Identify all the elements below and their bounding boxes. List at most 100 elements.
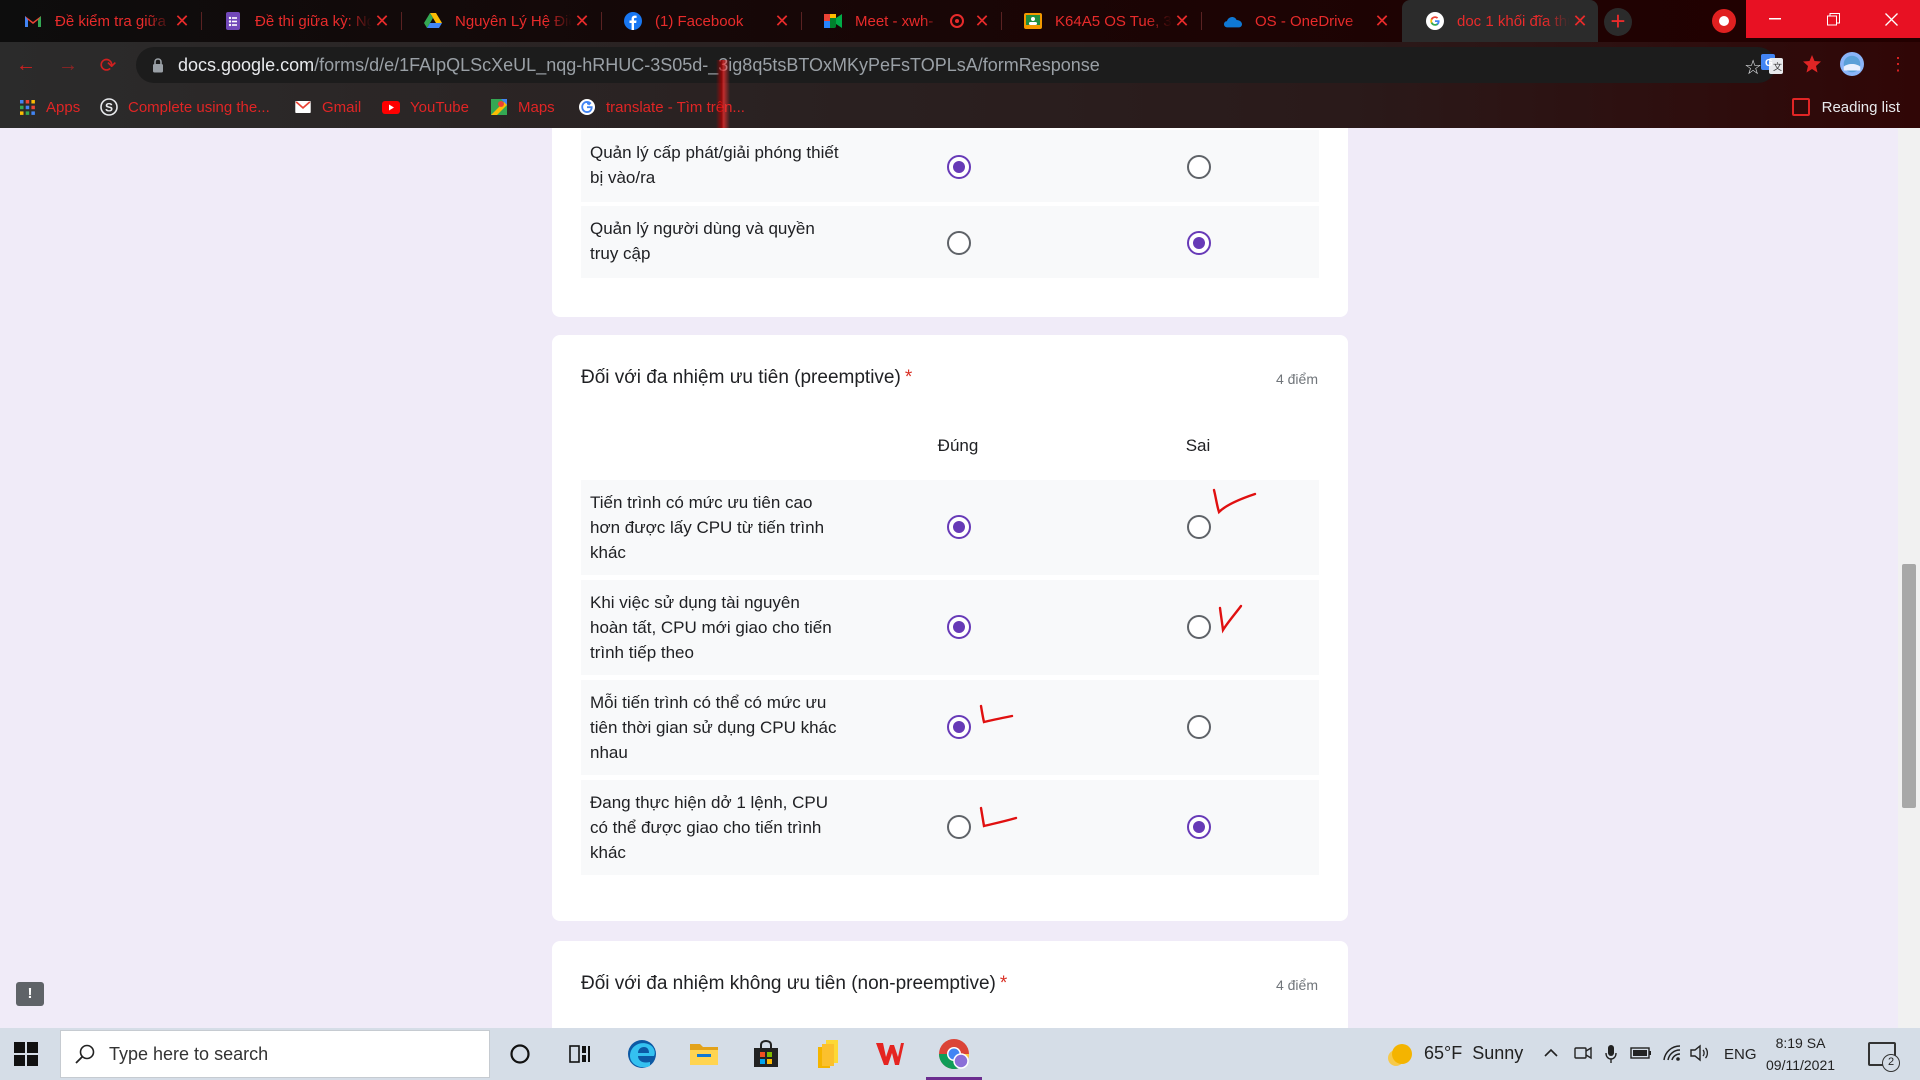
file-explorer-icon[interactable] bbox=[684, 1034, 724, 1074]
grid-row: Đang thực hiện dở 1 lệnh, CPU có thể đượ… bbox=[581, 780, 1319, 875]
bookmark-label: YouTube bbox=[410, 98, 469, 116]
handwritten-checkmark bbox=[1212, 488, 1257, 515]
radio-dung[interactable] bbox=[947, 815, 971, 839]
reading-list-button[interactable]: Reading list bbox=[1791, 98, 1900, 116]
reading-list-icon bbox=[1791, 98, 1810, 116]
bookmark-youtube[interactable]: YouTube bbox=[382, 98, 469, 116]
radio-sai[interactable] bbox=[1187, 231, 1211, 255]
radio-sai[interactable] bbox=[1187, 815, 1211, 839]
google-meet-icon bbox=[824, 12, 842, 30]
tab-classroom[interactable]: K64A5 OS Tue, 3 ✕ bbox=[1000, 0, 1200, 42]
form-page: Quản lý cấp phát/giải phóng thiết bị vào… bbox=[0, 128, 1920, 1028]
tab-facebook[interactable]: (1) Facebook ✕ bbox=[600, 0, 800, 42]
clock-date: 09/11/2021 bbox=[1766, 1057, 1836, 1073]
close-icon[interactable]: ✕ bbox=[972, 11, 992, 31]
grid-row-label: Quản lý người dùng và quyền truy cập bbox=[590, 219, 815, 263]
bookmark-maps[interactable]: Maps bbox=[490, 98, 555, 116]
profile-avatar-icon[interactable] bbox=[1840, 52, 1864, 76]
wps-office-icon[interactable] bbox=[870, 1034, 910, 1074]
task-view-icon[interactable] bbox=[560, 1034, 600, 1074]
battery-icon[interactable] bbox=[1630, 1044, 1652, 1062]
recording-icon bbox=[950, 14, 964, 28]
question-points: 4 điểm bbox=[1275, 977, 1318, 993]
screen-recorder-icon[interactable] bbox=[1712, 9, 1736, 33]
bookmark-complete-using[interactable]: S Complete using the... bbox=[100, 98, 270, 116]
weather-widget[interactable]: 65°F Sunny bbox=[1392, 1043, 1523, 1064]
system-clock[interactable]: 8:19 SA 09/11/2021 bbox=[1766, 1032, 1835, 1076]
tab-onedrive[interactable]: OS - OneDrive ✕ bbox=[1200, 0, 1400, 42]
onedrive-icon bbox=[1224, 12, 1242, 30]
store-icon[interactable] bbox=[746, 1034, 786, 1074]
close-icon[interactable]: ✕ bbox=[572, 11, 592, 31]
tab-active-google[interactable]: doc 1 khối đĩa thu ✕ bbox=[1402, 0, 1598, 42]
close-icon[interactable]: ✕ bbox=[172, 11, 192, 31]
chevron-up-icon[interactable] bbox=[1542, 1044, 1560, 1062]
bookmark-label: Apps bbox=[46, 98, 81, 116]
close-icon[interactable]: ✕ bbox=[772, 11, 792, 31]
volume-icon[interactable] bbox=[1690, 1044, 1710, 1062]
edge-icon[interactable] bbox=[622, 1034, 662, 1074]
windows-start-icon[interactable] bbox=[12, 1040, 40, 1068]
extension-icon[interactable] bbox=[1800, 52, 1824, 76]
reload-icon[interactable]: ⟳ bbox=[96, 53, 120, 77]
handwritten-checkmark bbox=[1218, 604, 1243, 634]
close-icon[interactable]: ✕ bbox=[1570, 11, 1590, 31]
back-arrow-icon[interactable]: ← bbox=[14, 53, 38, 77]
url-host: docs.google.com bbox=[178, 54, 315, 75]
bookmark-apps[interactable]: Apps bbox=[18, 98, 80, 116]
files-icon[interactable] bbox=[808, 1034, 848, 1074]
chrome-icon[interactable] bbox=[926, 1034, 982, 1080]
browser-toolbar: ← → ⟳ docs.google.com/forms/d/e/1FAIpQLS… bbox=[0, 42, 1920, 88]
feedback-button[interactable]: ! bbox=[16, 982, 44, 1006]
menu-dots-icon[interactable]: ⋮ bbox=[1886, 52, 1910, 76]
tab-forms[interactable]: Đề thi giữa kỳ: Nguyên ✕ bbox=[200, 0, 400, 42]
tab-label: Đề thi giữa kỳ: Nguyên bbox=[255, 12, 372, 30]
tab-meet[interactable]: Meet - xwh- ✕ bbox=[800, 0, 1000, 42]
address-bar[interactable]: docs.google.com/forms/d/e/1FAIpQLScXeUL_… bbox=[136, 47, 1776, 83]
bookmark-gmail[interactable]: Gmail bbox=[294, 98, 361, 116]
cortana-icon[interactable] bbox=[500, 1034, 540, 1074]
taskbar-search-box[interactable]: Type here to search bbox=[60, 1030, 490, 1078]
apps-grid-icon bbox=[18, 98, 36, 116]
sunny-icon bbox=[1392, 1043, 1412, 1064]
radio-sai[interactable] bbox=[1187, 155, 1211, 179]
new-tab-button[interactable]: + bbox=[1604, 8, 1632, 36]
close-icon[interactable]: ✕ bbox=[372, 11, 392, 31]
close-icon[interactable]: ✕ bbox=[1172, 11, 1192, 31]
close-window-button[interactable] bbox=[1862, 0, 1920, 38]
tab-gmail[interactable]: Đề kiểm tra giữa kỳ ✕ bbox=[0, 0, 200, 42]
grid-row: Mỗi tiến trình có thể có mức ưu tiên thờ… bbox=[581, 680, 1319, 775]
radio-sai[interactable] bbox=[1187, 515, 1211, 539]
radio-dung[interactable] bbox=[947, 715, 971, 739]
grid-row: Khi việc sử dụng tài nguyên hoàn tất, CP… bbox=[581, 580, 1319, 675]
notification-count-badge: 2 bbox=[1882, 1054, 1900, 1072]
tab-strip: Đề kiểm tra giữa kỳ ✕ Đề thi giữa kỳ: Ng… bbox=[0, 0, 1920, 42]
google-translate-icon[interactable]: G文 bbox=[1760, 52, 1784, 76]
theme-decoration bbox=[716, 60, 730, 130]
minimize-button[interactable] bbox=[1746, 0, 1804, 38]
radio-dung[interactable] bbox=[947, 515, 971, 539]
radio-dung[interactable] bbox=[947, 231, 971, 255]
radio-dung[interactable] bbox=[947, 615, 971, 639]
page-scrollbar[interactable] bbox=[1898, 128, 1920, 1028]
weather-temp: 65°F bbox=[1424, 1043, 1463, 1063]
lock-icon[interactable] bbox=[152, 57, 164, 73]
question-title-text: Đối với đa nhiệm không ưu tiên (non-pree… bbox=[581, 973, 996, 994]
radio-dung[interactable] bbox=[947, 155, 971, 179]
wifi-icon[interactable] bbox=[1662, 1044, 1682, 1062]
window-controls bbox=[1746, 0, 1920, 38]
restore-button[interactable] bbox=[1804, 0, 1862, 38]
radio-sai[interactable] bbox=[1187, 615, 1211, 639]
tab-label: Nguyên Lý Hệ Điều bbox=[455, 12, 572, 30]
input-language[interactable]: ENG bbox=[1724, 1046, 1757, 1063]
tab-label: OS - OneDrive bbox=[1255, 12, 1354, 30]
scrollbar-thumb[interactable] bbox=[1902, 564, 1916, 808]
forward-arrow-icon[interactable]: → bbox=[56, 53, 80, 77]
meet-now-icon[interactable] bbox=[1574, 1044, 1592, 1062]
svg-text:S: S bbox=[105, 101, 113, 115]
close-icon[interactable]: ✕ bbox=[1372, 11, 1392, 31]
tab-drive[interactable]: Nguyên Lý Hệ Điều ✕ bbox=[400, 0, 600, 42]
radio-sai[interactable] bbox=[1187, 715, 1211, 739]
microphone-icon[interactable] bbox=[1604, 1044, 1618, 1064]
grid-row-label: Khi việc sử dụng tài nguyên hoàn tất, CP… bbox=[590, 593, 832, 662]
